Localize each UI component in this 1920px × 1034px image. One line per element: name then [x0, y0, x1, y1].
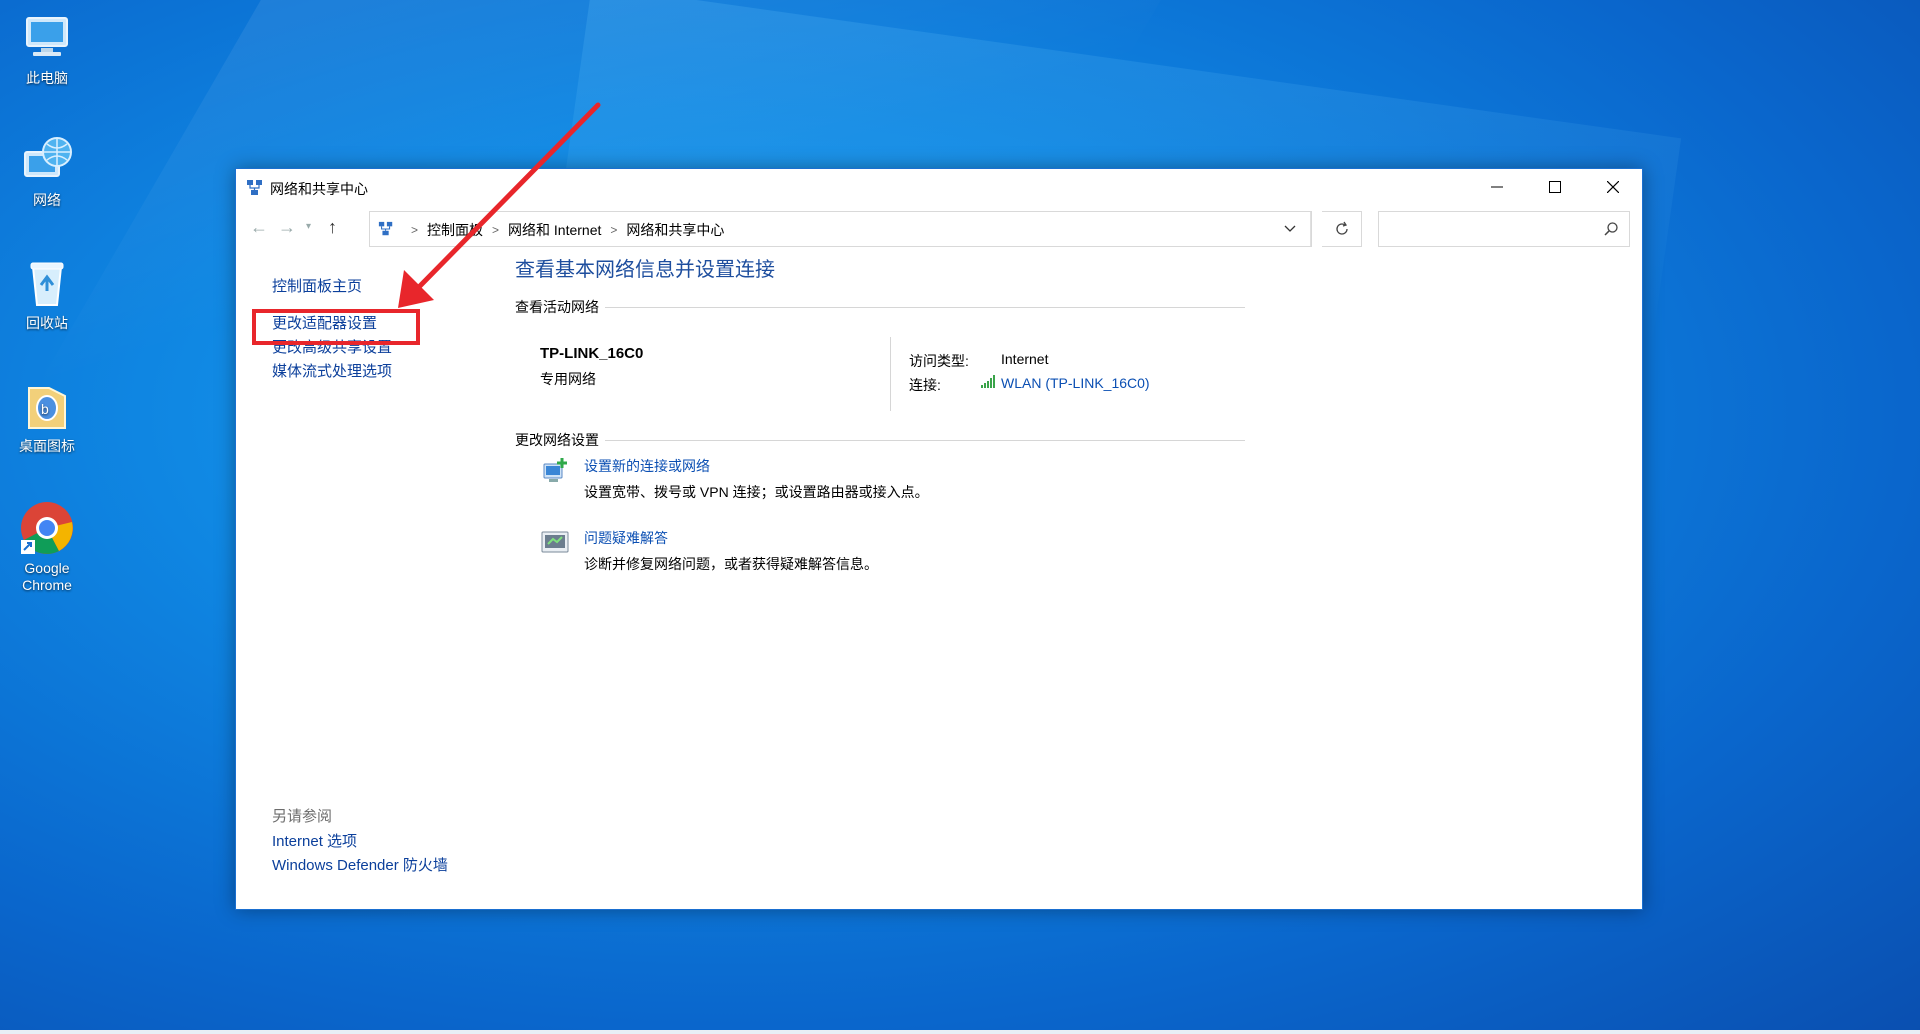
- chevron-right-icon[interactable]: >: [411, 223, 418, 237]
- desktop-icon-label: 此电脑: [26, 70, 68, 86]
- desktop-icon-this-pc[interactable]: 此电脑: [6, 10, 88, 87]
- chevron-right-icon[interactable]: >: [492, 223, 499, 237]
- see-also-header: 另请参阅: [272, 808, 333, 825]
- address-location-icon: [378, 221, 394, 240]
- wlan-connection-link[interactable]: WLAN (TP-LINK_16C0): [1001, 375, 1150, 391]
- setup-new-connection-link[interactable]: 设置新的连接或网络: [584, 456, 710, 476]
- search-input[interactable]: [1385, 218, 1589, 242]
- refresh-button[interactable]: [1322, 211, 1362, 247]
- maximize-button[interactable]: [1526, 169, 1584, 205]
- recycle-bin-icon: [19, 255, 75, 311]
- section-label: 查看活动网络: [515, 299, 599, 315]
- access-type-label: 访问类型:: [909, 353, 969, 369]
- desktop-icon-network[interactable]: 网络: [6, 132, 88, 209]
- refresh-icon: [1335, 221, 1348, 235]
- control-panel-home-link[interactable]: 控制面板主页: [272, 275, 362, 296]
- taskbar-edge: [0, 1030, 1920, 1034]
- divider: [605, 439, 1245, 441]
- troubleshoot-problems-link[interactable]: 问题疑难解答: [584, 528, 668, 548]
- minimize-button[interactable]: [1468, 169, 1526, 205]
- desktop-icon-label: Google Chrome: [22, 560, 72, 593]
- desktop-icon-label: 网络: [33, 192, 61, 208]
- annotation-highlight-box: [252, 309, 420, 345]
- network-sharing-center-window: 网络和共享中心 ← → ▾ ↑ > 控制面板 > 网络和 Internet > …: [235, 168, 1643, 910]
- forward-arrow-icon[interactable]: →: [278, 217, 296, 238]
- computer-icon: [19, 10, 75, 66]
- change-network-settings-header: 更改网络设置: [515, 430, 1245, 450]
- task-description: 设置宽带、拨号或 VPN 连接；或设置路由器或接入点。: [584, 484, 929, 500]
- divider: [605, 306, 1245, 308]
- network-name: TP-LINK_16C0: [540, 345, 644, 362]
- back-arrow-icon[interactable]: ←: [250, 217, 268, 238]
- window-title: 网络和共享中心: [270, 181, 368, 197]
- page-title: 查看基本网络信息并设置连接: [515, 259, 775, 281]
- address-history-dropdown[interactable]: [1270, 212, 1311, 246]
- desktop-icon-folder[interactable]: b 桌面图标: [6, 378, 88, 455]
- access-type-value: Internet: [1001, 351, 1049, 367]
- internet-options-link[interactable]: Internet 选项: [272, 830, 357, 851]
- chevron-right-icon[interactable]: >: [610, 223, 617, 237]
- breadcrumb-network-internet[interactable]: 网络和 Internet: [508, 220, 601, 240]
- folder-icon: b: [19, 378, 75, 434]
- desktop-icon-chrome[interactable]: Google Chrome: [6, 500, 88, 594]
- chevron-down-icon: [1284, 225, 1296, 232]
- new-connection-icon: [540, 456, 570, 491]
- wifi-signal-icon: [981, 374, 997, 391]
- search-box[interactable]: [1378, 211, 1630, 247]
- breadcrumb-control-panel[interactable]: 控制面板: [427, 220, 483, 240]
- address-bar[interactable]: > 控制面板 > 网络和 Internet > 网络和共享中心: [369, 211, 1312, 247]
- active-networks-section-header: 查看活动网络: [515, 297, 1245, 317]
- svg-text:b: b: [41, 401, 49, 417]
- search-icon[interactable]: [1603, 221, 1619, 242]
- breadcrumb-network-sharing-center[interactable]: 网络和共享中心: [626, 220, 724, 240]
- network-profile-type: 专用网络: [540, 371, 596, 387]
- media-streaming-options-link[interactable]: 媒体流式处理选项: [272, 360, 392, 381]
- divider: [890, 337, 891, 411]
- section-label: 更改网络设置: [515, 432, 599, 448]
- connection-label: 连接:: [909, 377, 941, 393]
- windows-defender-firewall-link[interactable]: Windows Defender 防火墙: [272, 854, 448, 875]
- desktop-icon-label: 桌面图标: [19, 438, 75, 454]
- chrome-icon: [19, 500, 75, 556]
- up-arrow-icon[interactable]: ↑: [328, 217, 337, 238]
- network-globe-icon: [19, 132, 75, 188]
- desktop-icon-recycle-bin[interactable]: 回收站: [6, 255, 88, 332]
- network-center-icon: [246, 179, 264, 202]
- recent-locations-chevron-icon[interactable]: ▾: [306, 221, 311, 232]
- desktop-icon-label: 回收站: [26, 315, 68, 331]
- title-bar[interactable]: 网络和共享中心: [236, 169, 1642, 205]
- troubleshoot-icon: [540, 528, 570, 563]
- navigation-bar: ← → ▾ ↑ > 控制面板 > 网络和 Internet > 网络和共享中心: [236, 205, 1642, 249]
- task-description: 诊断并修复网络问题，或者获得疑难解答信息。: [584, 556, 878, 572]
- close-button[interactable]: [1584, 169, 1642, 205]
